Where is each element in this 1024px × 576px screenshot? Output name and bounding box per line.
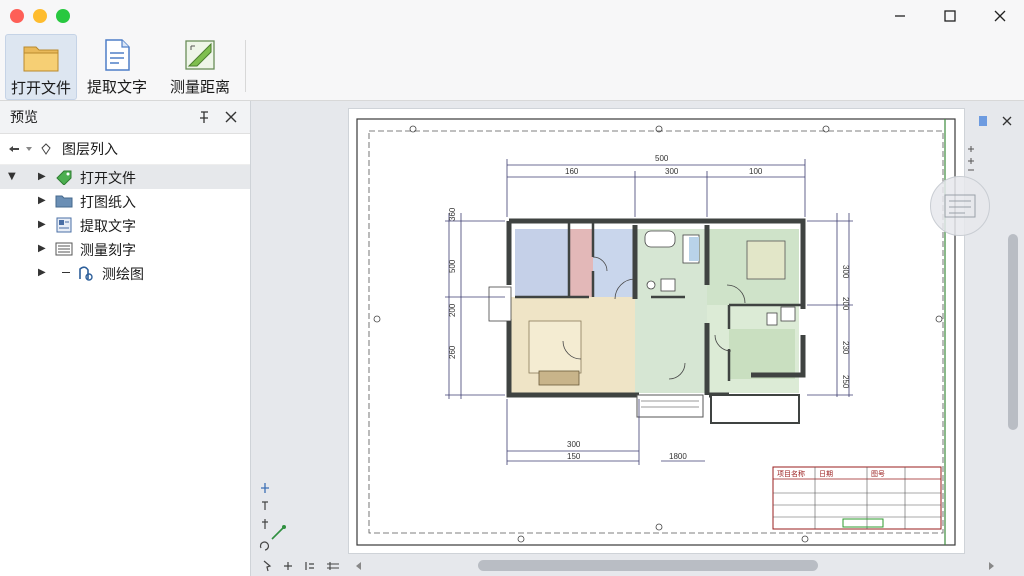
zoom-traffic-light[interactable]: [56, 9, 70, 23]
tree-item-measure-text[interactable]: ▶ 测量刻字: [0, 237, 250, 261]
rulers-icon[interactable]: [326, 560, 340, 572]
rotate-icon[interactable]: [255, 538, 275, 554]
titleblock-number: 图号: [871, 470, 885, 478]
chevron-right-icon[interactable]: ▶: [38, 267, 46, 278]
extract-text-button[interactable]: 提取文字: [82, 34, 152, 98]
tree-item-label: 测量刻字: [80, 243, 136, 259]
close-traffic-light[interactable]: [10, 9, 24, 23]
navigation-compass[interactable]: [930, 176, 990, 236]
tree-item-label: 测绘图: [102, 267, 144, 283]
chevron-right-icon[interactable]: ▶: [38, 195, 46, 206]
vertical-scrollbar[interactable]: [1006, 120, 1020, 560]
horizontal-scrollbar[interactable]: [352, 556, 1002, 576]
maximize-button[interactable]: [927, 0, 973, 32]
maximize-icon: [944, 10, 956, 22]
dim-bottom-2: 150: [567, 452, 581, 461]
measure-distance-button[interactable]: 测量距离: [164, 34, 236, 98]
panel-header: 预览: [0, 101, 250, 134]
ruler-measure-icon: [183, 38, 217, 72]
tag-icon: [55, 169, 73, 186]
open-file-label: 打开文件: [10, 79, 71, 97]
dim-left-4: 260: [448, 345, 457, 359]
chevron-right-icon[interactable]: ▶: [38, 243, 46, 254]
dim-bottom-3: 1800: [669, 452, 687, 461]
floor-plan: 500 160 300 100 300 150 1800 360 500 200…: [356, 118, 956, 546]
dim-left-3: 200: [448, 303, 457, 317]
scroll-right-icon: [989, 562, 994, 570]
panel-title: 预览: [10, 110, 38, 126]
vertical-scroll-thumb[interactable]: [1008, 234, 1018, 430]
minimize-icon: [895, 15, 905, 17]
breadcrumb[interactable]: 图层列入: [0, 134, 250, 165]
dim-bottom-1: 300: [567, 440, 581, 449]
tree-item-import-drawing[interactable]: ▶ 打图纸入: [0, 189, 250, 213]
open-file-button[interactable]: 打开文件: [5, 34, 77, 100]
dim-right-2: 200: [841, 297, 850, 311]
zoom-tool-icon[interactable]: [966, 144, 976, 178]
tree-item-label: 打图纸入: [80, 195, 136, 211]
pin-icon[interactable]: [196, 109, 212, 129]
minimize-button[interactable]: [877, 0, 923, 32]
chevron-down-icon: [26, 147, 32, 151]
tree-item-survey-drawing[interactable]: ▶ 测绘图: [0, 261, 250, 285]
tree-item-open-file[interactable]: ▼ ▶ 打开文件: [0, 165, 250, 189]
expand-down-icon[interactable]: ▼: [8, 171, 16, 182]
tree-item-label: 提取文字: [80, 219, 136, 235]
grid-doc-icon: [55, 217, 73, 233]
align-icon[interactable]: [304, 560, 316, 572]
close-button[interactable]: [977, 0, 1023, 32]
chevron-right-icon[interactable]: ▶: [38, 219, 46, 230]
titleblock-project: 项目名称: [777, 469, 805, 478]
back-arrow-icon: [9, 146, 19, 152]
dim-left-2: 500: [448, 259, 457, 273]
dim-top-total: 500: [655, 154, 669, 163]
toolbar-divider: [245, 40, 246, 92]
preview-panel: 预览 图层列入 ▼ ▶ 打开文件 ▶ 打图纸入 ▶ 提取文字 ▶ 测量刻字 ▶ …: [0, 101, 251, 576]
panel-close-icon[interactable]: [224, 109, 238, 128]
dim-right-1: 300: [841, 265, 850, 279]
horizontal-scroll-thumb[interactable]: [478, 560, 818, 571]
scroll-left-icon: [356, 562, 361, 570]
tree-item-label: 打开文件: [80, 171, 136, 187]
titleblock-date: 日期: [819, 470, 833, 478]
snap-icon[interactable]: [255, 480, 275, 496]
tree-item-extract-text[interactable]: ▶ 提取文字: [0, 213, 250, 237]
document-text-icon: [102, 38, 132, 72]
dim-top-2: 300: [665, 167, 679, 176]
pan-icon[interactable]: [282, 560, 294, 572]
close-icon: [994, 10, 1006, 22]
title-block: 项目名称 日期 图号: [772, 466, 942, 530]
bottom-tool-strip: [258, 556, 348, 576]
dim-top-1: 160: [565, 167, 579, 176]
minimize-traffic-light[interactable]: [33, 9, 47, 23]
toolbar: 打开文件 提取文字 测量距离: [0, 32, 1024, 101]
dim-top-3: 100: [749, 167, 763, 176]
chevron-right-icon[interactable]: ▶: [38, 171, 46, 182]
dim-right-4: 250: [841, 375, 850, 389]
folder-icon: [22, 39, 60, 73]
title-bar: [0, 0, 1024, 32]
bookmark-icon[interactable]: [978, 112, 988, 131]
pointer-icon[interactable]: [262, 560, 272, 572]
tree-line: [62, 272, 70, 273]
list-icon: [55, 241, 73, 257]
breadcrumb-label: 图层列入: [62, 142, 118, 158]
marker-icon[interactable]: [255, 498, 275, 514]
extract-text-label: 提取文字: [86, 78, 147, 96]
measure-distance-label: 测量距离: [169, 78, 230, 96]
folder-icon: [55, 193, 73, 209]
measure-tool-icon: [76, 265, 94, 281]
layer-icon: [41, 143, 51, 155]
dim-left-1: 360: [448, 207, 457, 221]
dim-right-3: 230: [841, 341, 850, 355]
drawing-sheet[interactable]: 500 160 300 100 300 150 1800 360 500 200…: [348, 108, 965, 554]
